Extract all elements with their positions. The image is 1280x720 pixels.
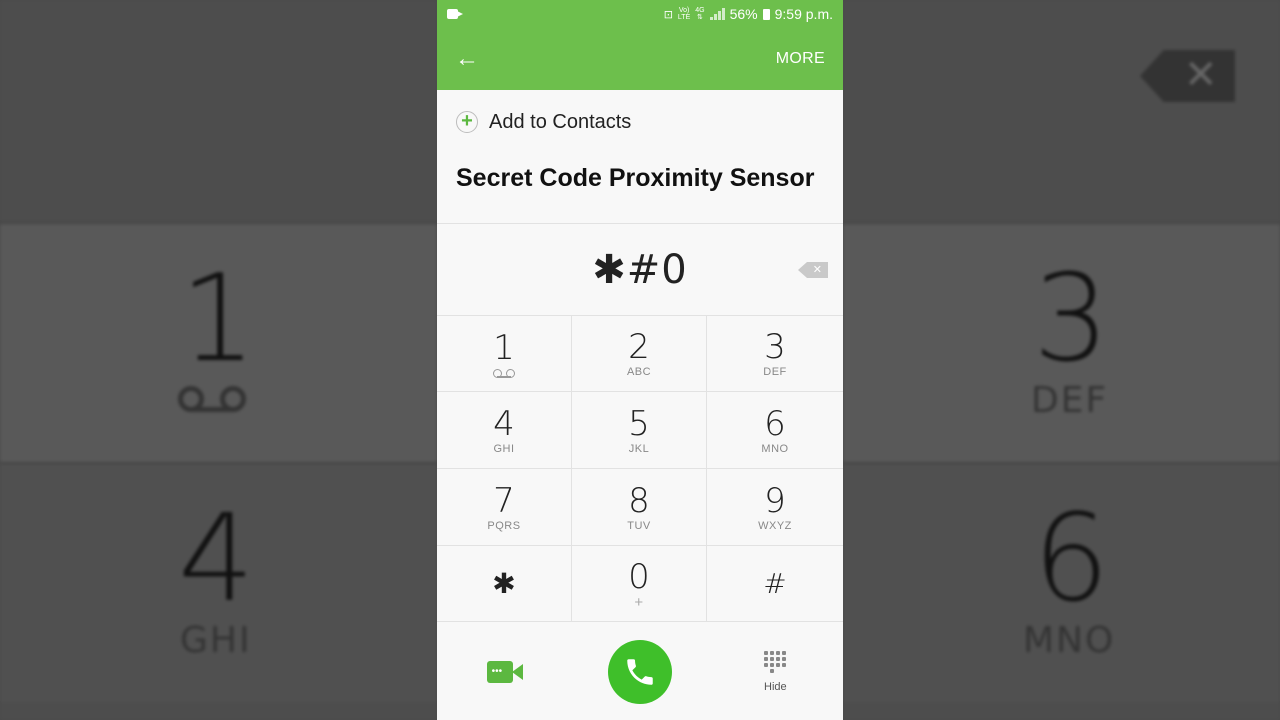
key-letters: ABC [626,366,652,378]
contact-name: Secret Code Proximity Sensor [456,164,815,192]
clock: 9:59 p.m. [774,6,833,22]
background-left-blur: 1 4 GHI [0,0,437,720]
background-digit: 3 [1033,250,1110,389]
add-to-contacts-button[interactable]: + Add to Contacts [456,90,824,154]
key-digit: 8 [628,480,650,521]
key-digit: ✱ [492,566,516,600]
key-digit: 4 [493,403,515,444]
key-5[interactable]: 5 JKL [572,392,707,469]
key-letters: GHI [493,442,515,455]
key-digit: # [763,566,787,600]
key-digit: 3 [764,327,786,367]
dialed-number: ✱#0 [592,246,688,293]
key-letters: PQRS [487,519,521,532]
key-star[interactable]: ✱ [437,546,572,622]
key-4[interactable]: 4 GHI [437,392,572,469]
cast-icon: ⊡ [663,8,673,21]
background-digit: 1 [180,250,257,389]
background-digit: 6 [1033,490,1110,629]
key-letters: DEF [763,366,787,378]
key-letters: + [634,594,644,611]
key-letters: WXYZ [758,519,792,532]
background-letters: MNO [1023,620,1116,661]
phone-icon [627,659,653,685]
key-letters: TUV [627,519,651,532]
key-2[interactable]: 2 ABC [572,316,707,392]
arrow-left-icon[interactable]: ← [455,47,479,71]
voicemail-icon [493,368,515,379]
background-digit: 4 [178,490,255,629]
hide-label: Hide [764,681,787,693]
phone-dialer: ⊡ Vo) LTE 4G ⇅ 56% 9:59 p.m. ← MORE + Ad… [437,0,843,720]
volte-icon: Vo) LTE [677,7,691,21]
number-display[interactable]: ✱#0 ✕ [437,224,843,316]
key-digit: 6 [764,403,786,444]
background-letters: DEF [1031,380,1109,421]
hide-keypad-button[interactable]: Hide [708,651,843,693]
video-record-icon [447,8,463,20]
background-letters: GHI [180,620,252,661]
key-digit: 5 [628,403,650,444]
add-to-contacts-label: Add to Contacts [489,110,632,133]
more-button[interactable]: MORE [776,50,825,68]
backspace-icon [1140,50,1235,102]
video-call-button[interactable]: ••• [437,661,572,683]
keypad-grid-icon [764,651,787,673]
key-8[interactable]: 8 TUV [572,469,707,546]
key-6[interactable]: 6 MNO [707,392,843,469]
call-button[interactable] [607,640,672,704]
status-bar: ⊡ Vo) LTE 4G ⇅ 56% 9:59 p.m. [437,0,843,28]
voicemail-icon [178,386,246,412]
video-call-icon: ••• [486,661,523,683]
key-digit: 1 [493,327,515,368]
key-digit: 0 [628,557,650,597]
key-7[interactable]: 7 PQRS [437,469,572,546]
contact-info: + Add to Contacts Secret Code Proximity … [437,90,843,224]
app-bar: ← MORE [437,28,843,90]
key-letters: JKL [628,442,650,455]
battery-icon [762,8,770,20]
backspace-icon[interactable]: ✕ [798,262,828,278]
key-3[interactable]: 3 DEF [707,316,843,392]
key-9[interactable]: 9 WXYZ [707,469,843,546]
key-digit: 9 [764,480,786,521]
key-digit: 2 [628,327,650,367]
signal-icon [709,8,725,20]
battery-percent: 56% [729,6,758,22]
data-4g-icon: 4G ⇅ [695,7,705,21]
plus-icon: + [456,111,478,133]
screen: 1 4 GHI 3 DEF 6 MNO ⊡ Vo) LTE 4G ⇅ [0,0,1280,720]
keypad: 1 2 ABC 3 DEF 4 GHI 5 JKL 6 MNO 7 PQRS 8… [437,316,843,622]
key-hash[interactable]: # [707,546,843,622]
key-digit: 7 [493,480,515,521]
key-letters: MNO [761,442,789,455]
key-0[interactable]: 0 + [572,546,707,622]
dialer-actions: ••• Hide [437,622,843,720]
background-right-blur: 3 DEF 6 MNO [843,0,1280,720]
key-1[interactable]: 1 [437,316,572,392]
